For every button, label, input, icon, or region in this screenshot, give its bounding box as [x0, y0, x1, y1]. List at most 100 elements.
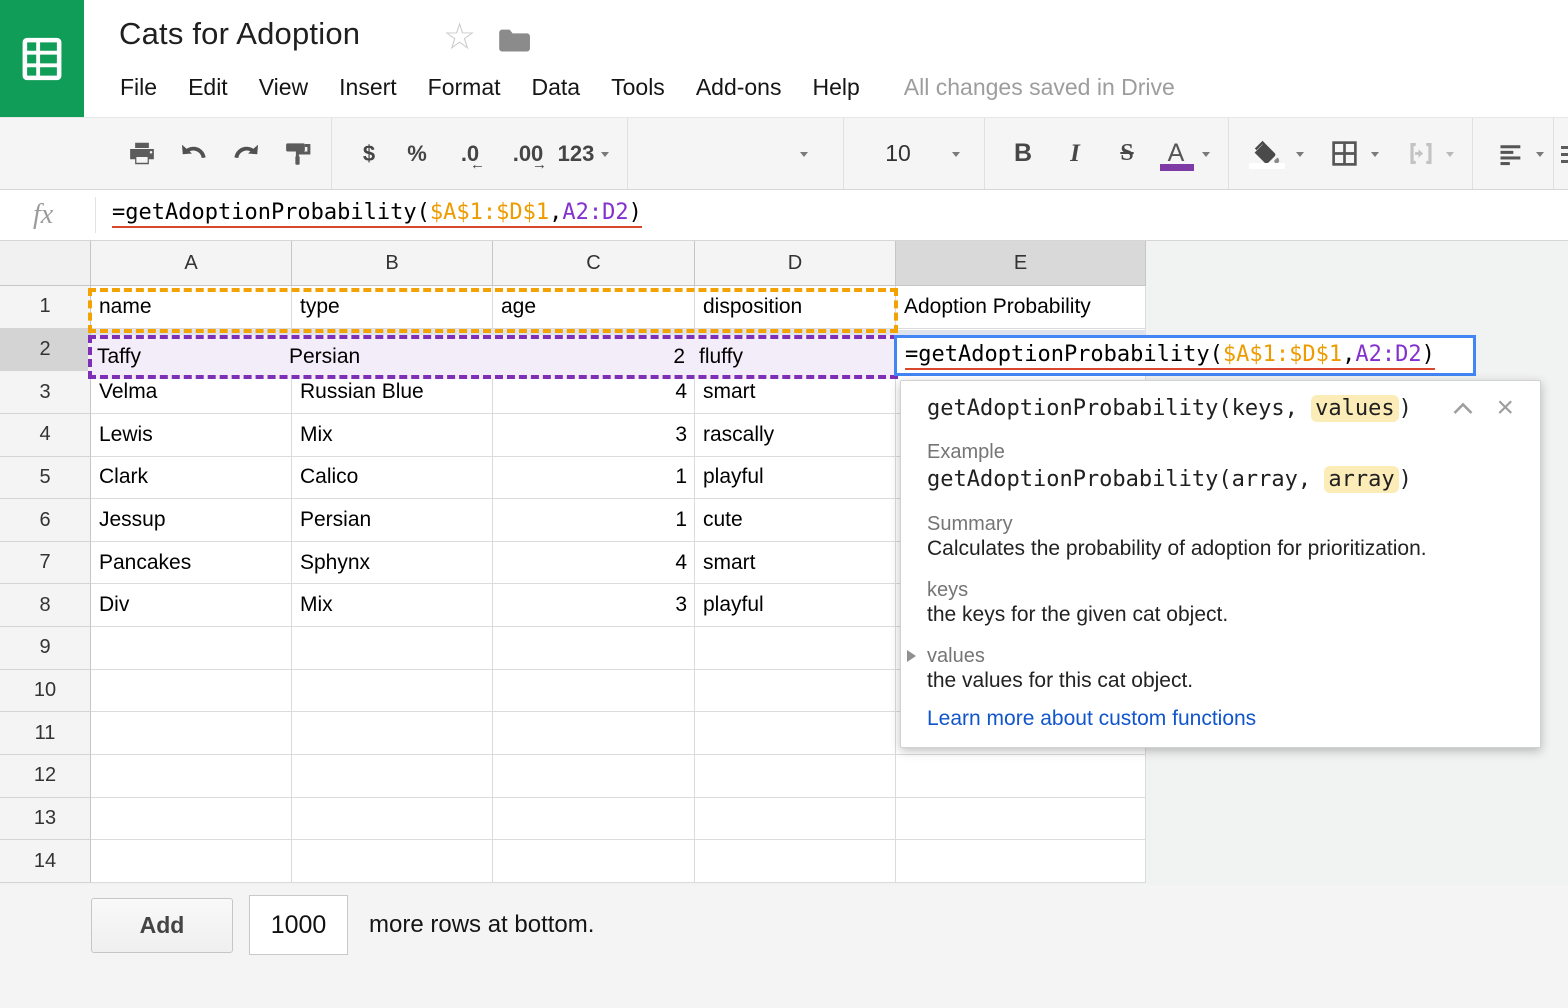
cell[interactable] [292, 669, 493, 713]
formula-input[interactable]: =getAdoptionProbability($A$1:$D$1,A2:D2) [112, 190, 642, 238]
cell[interactable] [695, 712, 896, 756]
cell[interactable] [695, 797, 896, 841]
row-header-9[interactable]: 9 [0, 627, 91, 670]
cell-A4[interactable]: Lewis [91, 413, 292, 457]
print-button[interactable] [127, 118, 157, 189]
chevron-down-icon[interactable] [1202, 152, 1210, 157]
chevron-down-icon[interactable] [1446, 152, 1454, 157]
increase-decimal-button[interactable]: .00 → [502, 118, 554, 189]
row-header-13[interactable]: 13 [0, 797, 91, 841]
cell[interactable] [292, 840, 493, 883]
cell[interactable] [91, 669, 292, 713]
folder-icon[interactable] [497, 27, 532, 54]
row-header-8[interactable]: 8 [0, 584, 91, 628]
cell-D5[interactable]: playful [695, 456, 896, 500]
cell-D7[interactable]: smart [695, 541, 896, 585]
font-family-dropdown[interactable] [640, 118, 800, 189]
cell-D4[interactable]: rascally [695, 413, 896, 457]
menu-help[interactable]: Help [812, 74, 859, 101]
chevron-down-icon[interactable] [952, 152, 960, 157]
cell[interactable] [292, 797, 493, 841]
row-header-2[interactable]: 2 [0, 328, 91, 372]
learn-more-link[interactable]: Learn more about custom functions [927, 707, 1514, 731]
cell[interactable] [493, 797, 695, 841]
cell[interactable] [91, 755, 292, 798]
cell-C4[interactable]: 3 [493, 413, 695, 457]
row-header-7[interactable]: 7 [0, 541, 91, 585]
font-size-dropdown[interactable]: 10 [876, 118, 920, 189]
cell-E1[interactable]: Adoption Probability [896, 286, 1146, 329]
cell[interactable] [695, 627, 896, 670]
chevron-down-icon[interactable] [601, 152, 609, 157]
cell-C7[interactable]: 4 [493, 541, 695, 585]
cell[interactable] [695, 755, 896, 798]
more-formats-button[interactable]: 123 [554, 118, 598, 189]
undo-button[interactable] [178, 118, 208, 189]
col-header-D[interactable]: D [695, 241, 896, 286]
cell-E2-editor[interactable]: =getAdoptionProbability($A$1:$D$1,A2:D2) [894, 335, 1476, 376]
cell-C6[interactable]: 1 [493, 499, 695, 542]
col-header-E[interactable]: E [896, 241, 1146, 286]
chevron-down-icon[interactable] [800, 152, 808, 157]
cell[interactable] [292, 755, 493, 798]
cell[interactable] [493, 755, 695, 798]
row-header-11[interactable]: 11 [0, 712, 91, 756]
cell-B5[interactable]: Calico [292, 456, 493, 500]
cell[interactable] [292, 712, 493, 756]
menu-data[interactable]: Data [532, 74, 581, 101]
row-header-4[interactable]: 4 [0, 413, 91, 457]
row-header-6[interactable]: 6 [0, 499, 91, 542]
borders-button[interactable] [1329, 118, 1359, 189]
cell-C5[interactable]: 1 [493, 456, 695, 500]
cell-B6[interactable]: Persian [292, 499, 493, 542]
col-header-C[interactable]: C [493, 241, 695, 286]
cell[interactable] [91, 627, 292, 670]
row-header-1[interactable]: 1 [0, 286, 91, 329]
cell[interactable] [91, 712, 292, 756]
cell[interactable] [493, 840, 695, 883]
cell[interactable] [896, 840, 1146, 883]
row-header-3[interactable]: 3 [0, 371, 91, 414]
cell[interactable] [493, 669, 695, 713]
add-rows-button[interactable]: Add [91, 898, 233, 953]
merge-cells-button[interactable] [1404, 118, 1438, 189]
redo-button[interactable] [232, 118, 262, 189]
row-header-12[interactable]: 12 [0, 755, 91, 798]
cell[interactable] [896, 755, 1146, 798]
cell-A5[interactable]: Clark [91, 456, 292, 500]
cell[interactable] [896, 797, 1146, 841]
menu-file[interactable]: File [120, 74, 157, 101]
select-all-corner[interactable] [0, 241, 91, 286]
menu-tools[interactable]: Tools [611, 74, 665, 101]
cell[interactable] [695, 840, 896, 883]
rows-count-input[interactable] [249, 895, 348, 955]
row-header-14[interactable]: 14 [0, 840, 91, 883]
cell-D6[interactable]: cute [695, 499, 896, 542]
menu-insert[interactable]: Insert [339, 74, 397, 101]
cell-A6[interactable]: Jessup [91, 499, 292, 542]
decrease-decimal-button[interactable]: .0 ← [448, 118, 492, 189]
menu-format[interactable]: Format [428, 74, 501, 101]
cell-B4[interactable]: Mix [292, 413, 493, 457]
cell-B7[interactable]: Sphynx [292, 541, 493, 585]
document-title[interactable]: Cats for Adoption [119, 16, 360, 52]
col-header-A[interactable]: A [91, 241, 292, 286]
chevron-down-icon[interactable] [1296, 152, 1304, 157]
menu-addons[interactable]: Add-ons [696, 74, 782, 101]
collapse-chevron-up-icon[interactable] [1452, 402, 1474, 415]
currency-format-button[interactable]: $ [356, 118, 382, 189]
close-icon[interactable]: × [1496, 393, 1514, 423]
cell[interactable] [91, 797, 292, 841]
star-icon[interactable]: ☆ [443, 18, 476, 55]
cell-B8[interactable]: Mix [292, 584, 493, 628]
menu-view[interactable]: View [259, 74, 308, 101]
paint-format-button[interactable] [283, 118, 313, 189]
sheets-logo[interactable] [0, 0, 84, 117]
cell[interactable] [695, 669, 896, 713]
row-header-5[interactable]: 5 [0, 456, 91, 500]
cell-A7[interactable]: Pancakes [91, 541, 292, 585]
cell-C8[interactable]: 3 [493, 584, 695, 628]
strikethrough-button[interactable]: S [1112, 118, 1142, 189]
menu-edit[interactable]: Edit [188, 74, 228, 101]
cell-A8[interactable]: Div [91, 584, 292, 628]
